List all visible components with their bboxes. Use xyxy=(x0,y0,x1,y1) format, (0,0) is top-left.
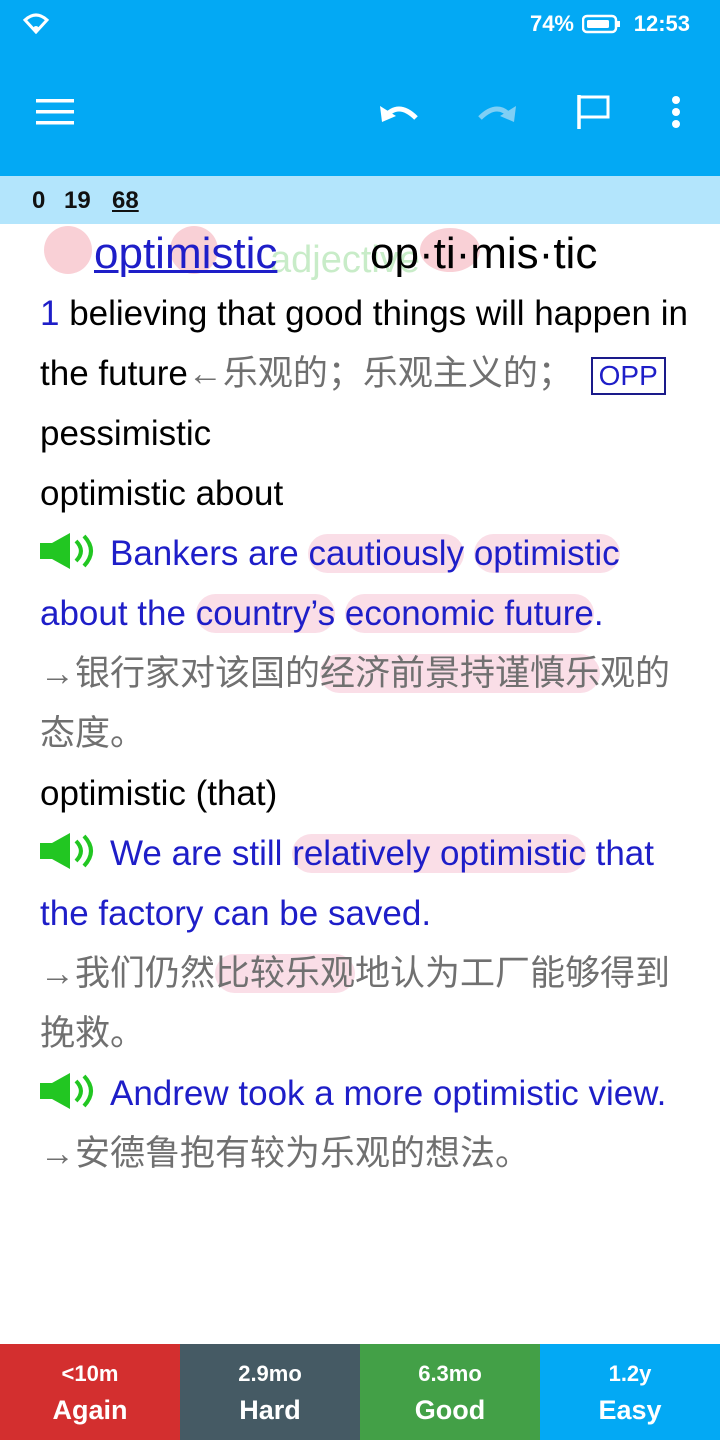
highlight: relatively optimistic xyxy=(292,834,586,873)
opposite-word: pessimistic xyxy=(40,414,212,453)
speaker-icon[interactable] xyxy=(40,1068,100,1109)
card-counts: 0 19 68 xyxy=(0,176,720,224)
redo-icon[interactable] xyxy=(456,48,536,176)
example-3: Andrew took a more optimistic view. xyxy=(40,1064,690,1124)
headword-row: adjective optimistic op·ti·mis·tic xyxy=(40,224,690,282)
good-button[interactable]: 6.3mo Good xyxy=(360,1344,540,1440)
sense-number: 1 xyxy=(40,294,60,333)
learning-count: 19 xyxy=(64,187,91,214)
syllables: op·ti·mis·tic xyxy=(370,229,598,278)
hard-label: Hard xyxy=(239,1395,301,1425)
status-bar: 74% 12:53 xyxy=(0,0,720,48)
easy-button[interactable]: 1.2y Easy xyxy=(540,1344,720,1440)
easy-interval: 1.2y xyxy=(608,1361,652,1386)
toolbar xyxy=(0,48,720,176)
translation-2: →我们仍然比较乐观地认为工厂能够得到挽救。 xyxy=(40,954,671,1053)
example-1: Bankers are cautiously optimistic about … xyxy=(40,524,690,644)
speaker-icon[interactable] xyxy=(40,528,100,569)
decorative-bubble xyxy=(44,226,92,274)
definition: 1 believing that good things will happen… xyxy=(40,284,690,464)
flag-icon[interactable] xyxy=(554,48,634,176)
definition-cn: ←乐观的；乐观主义的； xyxy=(187,354,573,393)
hard-button[interactable]: 2.9mo Hard xyxy=(180,1344,360,1440)
highlight: cautiously xyxy=(308,534,465,573)
review-count: 68 xyxy=(112,187,139,214)
wifi-icon xyxy=(22,12,50,40)
speaker-icon[interactable] xyxy=(40,828,100,869)
battery-icon xyxy=(581,14,622,40)
highlight: economic future xyxy=(344,594,594,633)
battery-percentage: 74% xyxy=(529,11,574,36)
translation-1: →银行家对该国的经济前景持谨慎乐观的态度。 xyxy=(40,654,671,753)
undo-icon[interactable] xyxy=(360,48,440,176)
example-2: We are still relatively optimistic that … xyxy=(40,824,690,944)
more-vert-icon[interactable] xyxy=(636,48,716,176)
highlight: country’s xyxy=(195,594,336,633)
highlight: optimistic xyxy=(473,534,620,573)
again-interval: <10m xyxy=(61,1361,119,1386)
hamburger-menu-icon[interactable] xyxy=(16,48,96,176)
new-count: 0 xyxy=(32,187,46,214)
again-button[interactable]: <10m Again xyxy=(0,1344,180,1440)
good-interval: 6.3mo xyxy=(418,1361,482,1386)
easy-label: Easy xyxy=(598,1395,662,1425)
hard-interval: 2.9mo xyxy=(238,1361,302,1386)
highlight: 比较乐观 xyxy=(215,954,356,993)
headword-link[interactable]: optimistic xyxy=(94,224,277,284)
pattern-optimistic-about: optimistic about xyxy=(40,474,284,513)
clock: 12:53 xyxy=(633,11,690,36)
opp-label: OPP xyxy=(590,356,666,395)
translation-3: →安德鲁抱有较为乐观的想法。 xyxy=(40,1134,531,1173)
highlight: 经济前景持谨慎乐 xyxy=(320,654,601,693)
again-label: Again xyxy=(52,1395,128,1425)
good-label: Good xyxy=(414,1395,486,1425)
answer-buttons: <10m Again 2.9mo Hard 6.3mo Good 1.2y Ea… xyxy=(0,1344,720,1440)
card-content: adjective optimistic op·ti·mis·tic 1 bel… xyxy=(40,224,690,1334)
pattern-optimistic-that: optimistic (that) xyxy=(40,774,278,813)
